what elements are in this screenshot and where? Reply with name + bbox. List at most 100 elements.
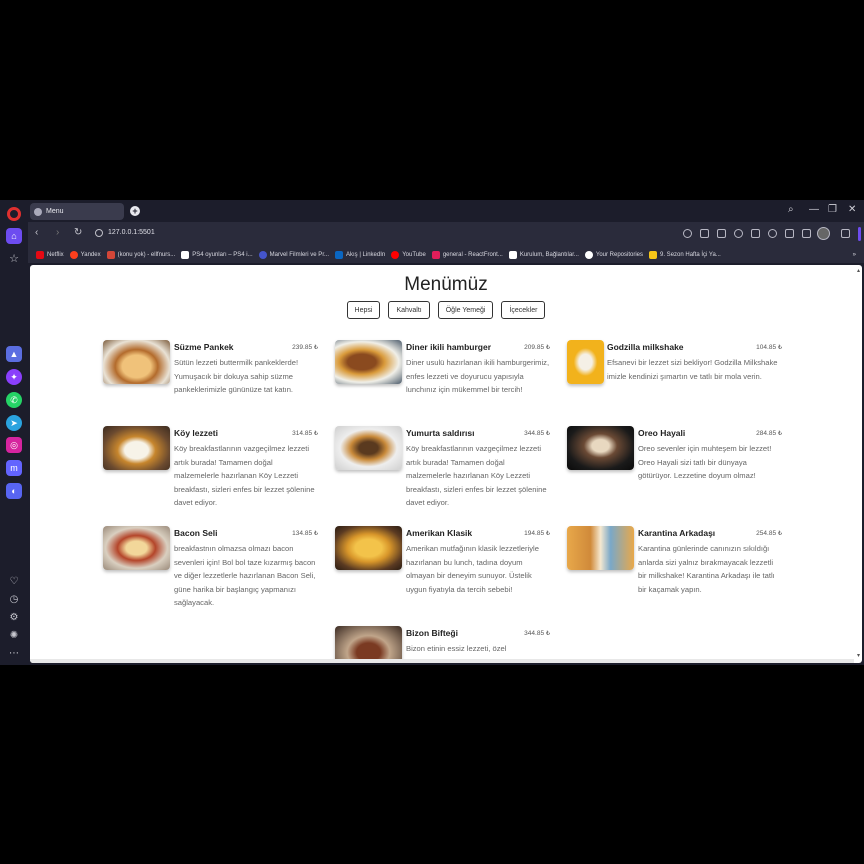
menu-item-title: Süzme Pankek xyxy=(174,342,234,352)
menu-item[interactable]: Diner ikili hamburger 209.85 ₺ Diner usu… xyxy=(335,340,550,420)
menu-item[interactable]: Amerikan Klasik 194.85 ₺ Amerikan mutfağ… xyxy=(335,526,550,606)
steak-image xyxy=(335,626,402,663)
menu-item-description: Karantina günlerinde canınızın sıkıldığı… xyxy=(638,544,775,594)
heart-icon[interactable]: ♡ xyxy=(6,573,22,589)
tab-bar: Menu + ⌕ — ❐ ✕ xyxy=(28,200,864,222)
slack-icon xyxy=(431,250,440,259)
page-icon xyxy=(508,250,517,259)
page-title: Menümüz xyxy=(404,274,488,295)
sidebar-toggle-icon[interactable] xyxy=(858,227,861,241)
menu-item-title: Yumurta saldırısı xyxy=(406,428,475,438)
home-icon[interactable]: ⌂ xyxy=(6,228,22,244)
scroll-down-icon[interactable]: ▾ xyxy=(857,652,860,659)
menu-item[interactable]: Süzme Pankek 239.85 ₺ Sütün lezzeti butt… xyxy=(103,340,318,420)
search-tabs-icon[interactable]: ⌕ xyxy=(788,204,794,215)
menu-item-price: 344.85 ₺ xyxy=(524,430,550,437)
menu-item[interactable]: Bizon Bifteği 344.85 ₺ Bizon etinin essi… xyxy=(335,626,550,663)
menu-item[interactable]: Godzilla milkshake 104.85 ₺ Efsanevi bir… xyxy=(567,340,782,420)
more-icon[interactable]: ⋯ xyxy=(6,645,22,661)
bookmark-item[interactable]: Marvel Filmleri ve Pr... xyxy=(258,250,329,259)
close-icon[interactable]: ✕ xyxy=(848,204,856,215)
horizontal-scrollbar[interactable] xyxy=(30,659,854,663)
new-tab-button[interactable]: + xyxy=(130,206,140,216)
tab-title: Menu xyxy=(46,208,64,215)
menu-item-title: Köy lezzeti xyxy=(174,428,218,438)
imdb-icon xyxy=(649,250,658,259)
menu-item[interactable]: Yumurta saldırısı 344.85 ₺ Köy breakfast… xyxy=(335,426,550,507)
youtube-icon xyxy=(391,250,400,259)
menu-item-description: Köy breakfastlarının vazgeçilmez lezzeti… xyxy=(174,444,315,507)
discord-icon[interactable]: ◐ xyxy=(6,483,22,499)
playstation-icon xyxy=(181,250,190,259)
whatsapp-icon[interactable]: ✆ xyxy=(6,392,22,408)
oreo-shake-image xyxy=(567,426,634,470)
easy-setup-icon[interactable] xyxy=(802,229,811,238)
search-icon[interactable] xyxy=(683,229,692,238)
download-icon[interactable] xyxy=(785,229,794,238)
filter-breakfast-button[interactable]: Kahvaltı xyxy=(388,301,430,319)
site-info-icon[interactable] xyxy=(95,229,103,237)
filter-lunch-button[interactable]: Öğle Yemeği xyxy=(437,301,494,319)
bookmark-item[interactable]: Your Repositories xyxy=(584,250,643,259)
opera-logo-icon[interactable] xyxy=(7,207,21,221)
lightbulb-icon[interactable]: ✺ xyxy=(6,627,22,643)
bookmark-item[interactable]: Yandex xyxy=(69,250,101,259)
back-icon[interactable]: ‹ xyxy=(35,227,38,238)
profile-avatar-icon[interactable] xyxy=(817,227,830,240)
menu-item[interactable]: Oreo Hayali 284.85 ₺ Oreo sevenler için … xyxy=(567,426,782,506)
bookmark-item[interactable]: Netflix xyxy=(36,250,64,259)
heart-icon[interactable] xyxy=(768,229,777,238)
star-icon[interactable]: ☆ xyxy=(6,250,22,266)
tab-menu[interactable]: Menu xyxy=(30,203,124,220)
bookmark-item[interactable]: YouTube xyxy=(391,250,426,259)
shield-icon[interactable] xyxy=(734,229,743,238)
bookmark-item[interactable]: (konu yok) - ellfnurs... xyxy=(106,250,175,259)
camera-icon[interactable] xyxy=(717,229,726,238)
maximize-icon[interactable]: ❐ xyxy=(828,204,837,215)
messenger-icon[interactable]: ✦ xyxy=(6,369,22,385)
egg-burger-image xyxy=(335,426,402,470)
bookmark-item[interactable]: general - ReactFront... xyxy=(431,250,503,259)
instagram-icon[interactable]: ◎ xyxy=(6,437,22,453)
filter-drinks-button[interactable]: İçecekler xyxy=(501,301,546,319)
scroll-up-icon[interactable]: ▴ xyxy=(857,267,860,274)
filter-all-button[interactable]: Hepsi xyxy=(346,301,381,319)
reload-icon[interactable]: ↻ xyxy=(74,227,82,238)
history-icon[interactable]: ◷ xyxy=(6,591,22,607)
aria-icon[interactable]: ▲ xyxy=(6,346,22,362)
menu-item-description: breakfastnın olmazsa olmazı bacon sevenl… xyxy=(174,544,316,607)
menu-item-description: Amerikan mutfağının klasik lezzetleriyle… xyxy=(406,544,539,594)
extensions-icon[interactable] xyxy=(841,229,850,238)
bookmarks-overflow-icon[interactable]: » xyxy=(853,252,856,258)
menu-item-price: 209.85 ₺ xyxy=(524,344,550,351)
menu-item[interactable]: Bacon Seli 134.85 ₺ breakfastnın olmazsa… xyxy=(103,526,318,607)
menu-item-description: Diner usulü hazırlanan ikili hamburgerim… xyxy=(406,358,550,394)
breakfast-image xyxy=(103,426,170,470)
menu-item-description: Köy breakfastlarının vazgeçilmez lezzeti… xyxy=(406,444,547,507)
forward-icon[interactable]: › xyxy=(56,227,59,238)
bookmark-item[interactable]: Akış | LinkedIn xyxy=(334,250,385,259)
menu-item-title: Diner ikili hamburger xyxy=(406,342,492,352)
minimize-icon[interactable]: — xyxy=(809,204,819,215)
filter-buttons: Hepsi Kahvaltı Öğle Yemeği İçecekler xyxy=(30,301,862,319)
snapshot-icon[interactable] xyxy=(700,229,709,238)
menu-item-title: Karantina Arkadaşı xyxy=(638,528,716,538)
play-icon[interactable] xyxy=(751,229,760,238)
fries-image xyxy=(335,526,402,570)
menu-item[interactable]: Köy lezzeti 314.85 ₺ Köy breakfastlarını… xyxy=(103,426,318,507)
telegram-icon[interactable]: ➤ xyxy=(6,415,22,431)
bookmark-item[interactable]: PS4 oyunları – PS4 i... xyxy=(181,250,253,259)
opera-sidebar: ⌂ ☆ ▲ ✦ ✆ ➤ ◎ m ◐ ♡ ◷ ⚙ ✺ ⋯ xyxy=(0,200,28,665)
bookmarks-bar: Netflix Yandex (konu yok) - ellfnurs... … xyxy=(28,246,864,263)
url-field[interactable]: 127.0.0.1:5501 xyxy=(108,229,155,236)
settings-icon[interactable]: ⚙ xyxy=(6,609,22,625)
bookmark-item[interactable]: 9. Sezon Hafta İçi Ya... xyxy=(649,250,721,259)
menu-item[interactable]: Karantina Arkadaşı 254.85 ₺ Karantina gü… xyxy=(567,526,782,606)
mastodon-icon[interactable]: m xyxy=(6,460,22,476)
menu-item-price: 314.85 ₺ xyxy=(292,430,318,437)
gmail-icon xyxy=(106,250,115,259)
couple-milkshake-image xyxy=(567,526,634,570)
bookmark-item[interactable]: Kurulum, Bağlantılar... xyxy=(508,250,579,259)
menu-item-description: Oreo sevenler için muhteşem bir lezzet! … xyxy=(638,444,772,480)
burger-image xyxy=(335,340,402,384)
